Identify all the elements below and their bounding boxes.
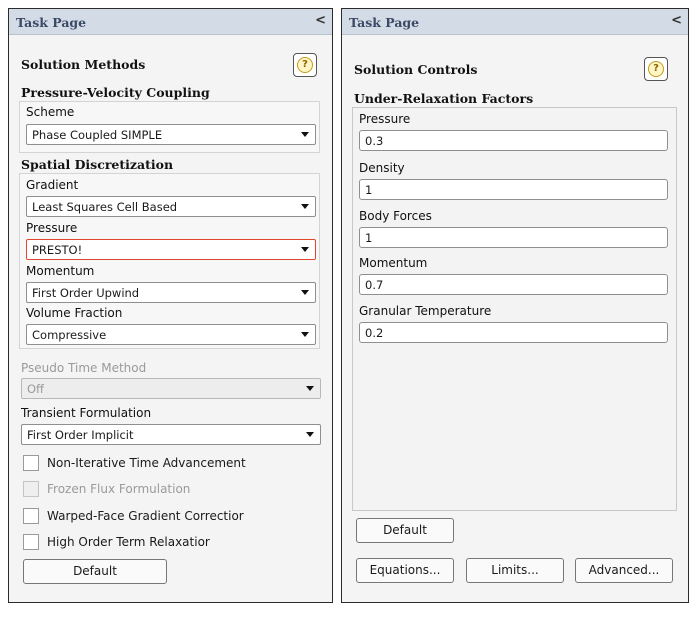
chevron-down-icon (301, 132, 309, 137)
help-button[interactable]: ? (293, 53, 317, 77)
advanced-button[interactable]: Advanced... (575, 558, 673, 583)
high-order-relaxation-label: High Order Term Relaxatior (47, 535, 210, 549)
section-title: Solution Methods (21, 57, 146, 72)
pseudo-time-label: Pseudo Time Method (21, 361, 147, 375)
chevron-down-icon (301, 290, 309, 295)
volume-fraction-value: Compressive (32, 328, 107, 342)
granular-temperature-factor-value: 0.2 (365, 326, 384, 340)
momentum-factor-input[interactable]: 0.7 (359, 274, 668, 295)
collapse-icon[interactable]: < (671, 13, 682, 28)
under-relaxation-title: Under-Relaxation Factors (354, 91, 534, 106)
non-iterative-time-checkbox[interactable] (23, 455, 39, 471)
pressure-value: PRESTO! (32, 243, 83, 257)
chevron-down-icon (306, 386, 314, 391)
task-page-header: Task Page < (342, 9, 688, 35)
gradient-value: Least Squares Cell Based (32, 200, 178, 214)
scheme-label: Scheme (26, 105, 75, 119)
volume-fraction-dropdown[interactable]: Compressive (26, 324, 316, 345)
spatial-discretization-title: Spatial Discretization (21, 157, 174, 172)
density-factor-label: Density (359, 161, 405, 175)
chevron-down-icon (306, 432, 314, 437)
equations-button[interactable]: Equations... (356, 558, 454, 583)
granular-temperature-factor-input[interactable]: 0.2 (359, 322, 668, 343)
pressure-dropdown[interactable]: PRESTO! (26, 239, 316, 260)
momentum-dropdown[interactable]: First Order Upwind (26, 282, 316, 303)
scheme-value: Phase Coupled SIMPLE (32, 128, 163, 142)
momentum-label: Momentum (26, 264, 95, 278)
limits-button[interactable]: Limits... (466, 558, 564, 583)
pressure-label: Pressure (26, 221, 78, 235)
default-button[interactable]: Default (23, 559, 167, 584)
momentum-factor-label: Momentum (359, 256, 428, 270)
pv-coupling-group: Scheme Phase Coupled SIMPLE (19, 101, 320, 153)
transient-formulation-label: Transient Formulation (21, 406, 152, 420)
help-icon: ? (297, 57, 313, 73)
gradient-dropdown[interactable]: Least Squares Cell Based (26, 196, 316, 217)
help-icon: ? (648, 61, 664, 77)
body-forces-factor-input[interactable]: 1 (359, 227, 668, 248)
pressure-factor-input[interactable]: 0.3 (359, 130, 668, 151)
task-page-header: Task Page < (9, 9, 332, 35)
transient-formulation-value: First Order Implicit (27, 428, 134, 442)
density-factor-value: 1 (365, 183, 373, 197)
pseudo-time-dropdown: Off (21, 378, 321, 399)
collapse-icon[interactable]: < (315, 13, 326, 28)
chevron-down-icon (301, 332, 309, 337)
body-forces-factor-value: 1 (365, 231, 373, 245)
under-relaxation-group: Pressure 0.3 Density 1 Body Forces 1 Mom… (352, 107, 677, 511)
solution-methods-panel: Task Page < Solution Methods ? Pressure-… (8, 8, 333, 603)
transient-formulation-dropdown[interactable]: First Order Implicit (21, 424, 321, 445)
frozen-flux-checkbox (23, 481, 39, 497)
non-iterative-time-label: Non-Iterative Time Advancement (47, 456, 246, 470)
solution-controls-panel: Task Page < Solution Controls ? Under-Re… (341, 8, 689, 603)
frozen-flux-label: Frozen Flux Formulation (47, 482, 191, 496)
task-page-title: Task Page (349, 15, 420, 30)
chevron-down-icon (301, 247, 309, 252)
chevron-down-icon (301, 204, 309, 209)
warped-face-label: Warped-Face Gradient Correctior (47, 509, 244, 523)
section-title: Solution Controls (354, 62, 478, 77)
scheme-dropdown[interactable]: Phase Coupled SIMPLE (26, 124, 316, 145)
body-forces-factor-label: Body Forces (359, 209, 432, 223)
task-page-title: Task Page (16, 15, 87, 30)
momentum-factor-value: 0.7 (365, 278, 384, 292)
momentum-value: First Order Upwind (32, 286, 140, 300)
volume-fraction-label: Volume Fraction (26, 306, 123, 320)
pressure-factor-label: Pressure (359, 112, 411, 126)
help-button[interactable]: ? (644, 57, 668, 81)
gradient-label: Gradient (26, 178, 79, 192)
granular-temperature-factor-label: Granular Temperature (359, 304, 492, 318)
pv-coupling-title: Pressure-Velocity Coupling (21, 85, 210, 100)
high-order-relaxation-checkbox[interactable] (23, 534, 39, 550)
default-button[interactable]: Default (356, 518, 454, 543)
warped-face-checkbox[interactable] (23, 508, 39, 524)
pseudo-time-value: Off (27, 382, 44, 396)
pressure-factor-value: 0.3 (365, 134, 384, 148)
spatial-discretization-group: Gradient Least Squares Cell Based Pressu… (19, 173, 320, 349)
density-factor-input[interactable]: 1 (359, 179, 668, 200)
